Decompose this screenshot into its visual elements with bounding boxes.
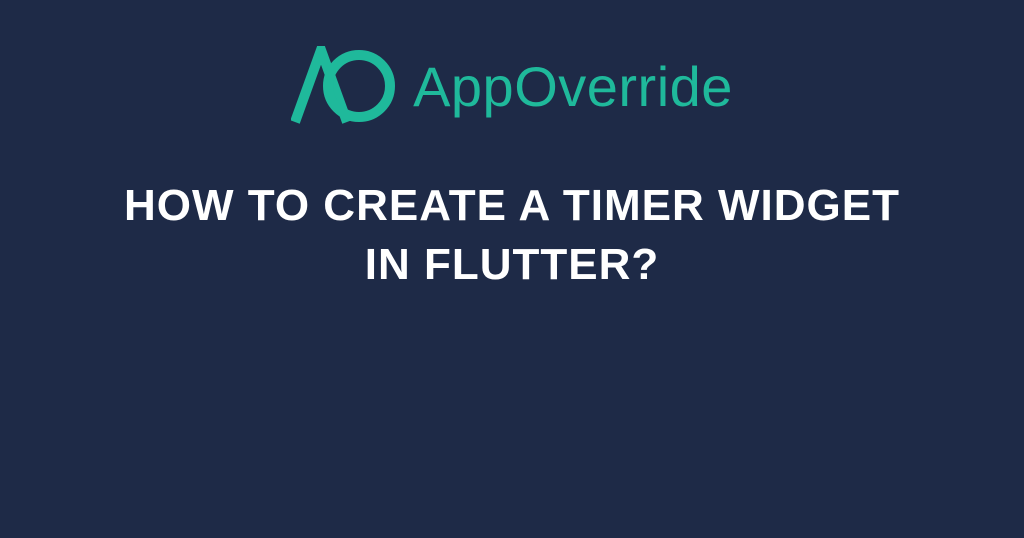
brand-name: AppOverride bbox=[413, 54, 733, 119]
headline-text: HOW TO CREATE A TIMER WIDGET IN FLUTTER? bbox=[102, 176, 922, 295]
logo-row: AppOverride bbox=[291, 46, 733, 126]
logo-icon bbox=[291, 46, 395, 126]
banner-container: AppOverride HOW TO CREATE A TIMER WIDGET… bbox=[0, 0, 1024, 538]
